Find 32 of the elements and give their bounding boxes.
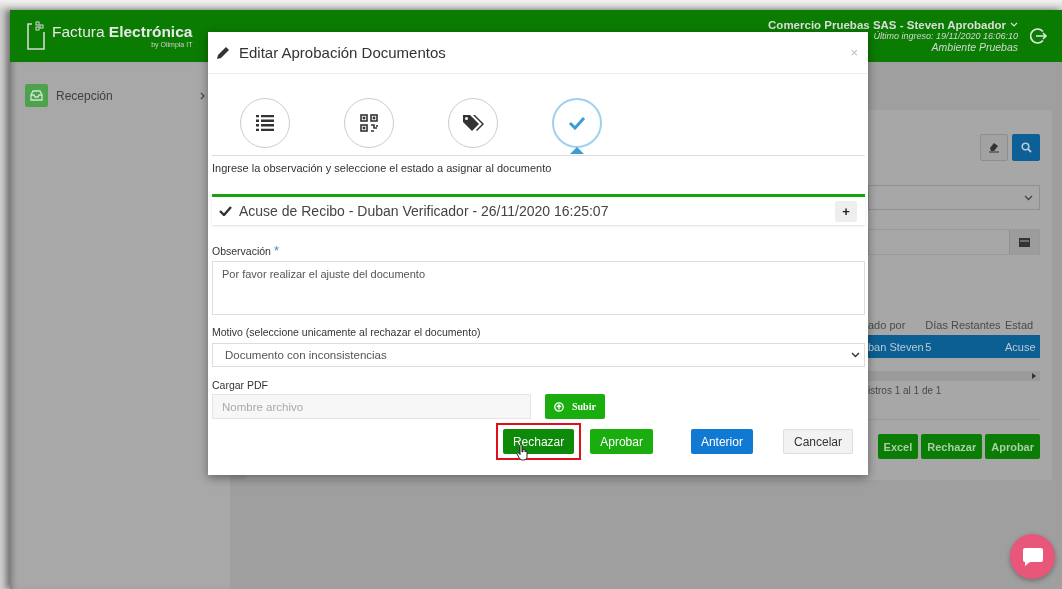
last-login-text: Último ingreso: 19/11/2020 16:06:10 [873, 31, 1018, 41]
expand-button[interactable]: + [835, 200, 857, 222]
field-label: Motivo (seleccione unicamente al rechazar el documento) [212, 326, 481, 338]
approve-button[interactable]: Aprobar [590, 429, 653, 454]
table-cell-text: Acuse [1005, 340, 1037, 353]
user-name[interactable]: Comercio Pruebas SAS - Steven Aprobador [768, 19, 1006, 31]
action-button[interactable]: Rechazar [921, 434, 983, 459]
table-row[interactable]: ban Steven 5 Acuse [868, 335, 1040, 358]
required-mark: * [273, 245, 279, 257]
upload-button[interactable]: Subir [545, 394, 605, 419]
reason-select[interactable]: Documento con inconsistencias [212, 343, 865, 367]
table-cell-text: ban Steven [868, 340, 925, 353]
environment-text: Ambiente Pruebas [931, 41, 1018, 53]
sidebar-item[interactable]: Recepción [56, 88, 113, 103]
column-header: Estad [1005, 319, 1035, 331]
field-label: Cargar PDF [212, 379, 268, 391]
cancel-button[interactable]: Cancelar [782, 429, 853, 454]
reject-button[interactable]: Rechazar [502, 429, 575, 454]
pagination-text: istros 1 al 1 de 1 [868, 385, 943, 396]
observation-field[interactable]: Por favor realizar el ajuste del documento [212, 261, 865, 315]
action-button[interactable]: Excel [877, 434, 919, 459]
field-label: Observación [212, 245, 271, 257]
file-name-field[interactable]: Nombre archivo [212, 394, 531, 419]
modal-title: Editar Aprobación Documentos [239, 44, 447, 61]
column-header: ado por [868, 319, 907, 331]
back-button[interactable]: Anterior [690, 429, 753, 454]
column-header: Días Restantes [925, 319, 1002, 331]
history-title: Acuse de Recibo - Duban Verificador - 26/11/2020 16:25:07 [239, 203, 610, 219]
instruction-text: Ingrese la observación y seleccione el estado a asignar al documento [212, 162, 553, 174]
action-button[interactable]: Aprobar [985, 434, 1040, 459]
app-logo-title: Factura Electrónica [52, 23, 193, 40]
table-cell-text: 5 [925, 340, 933, 353]
